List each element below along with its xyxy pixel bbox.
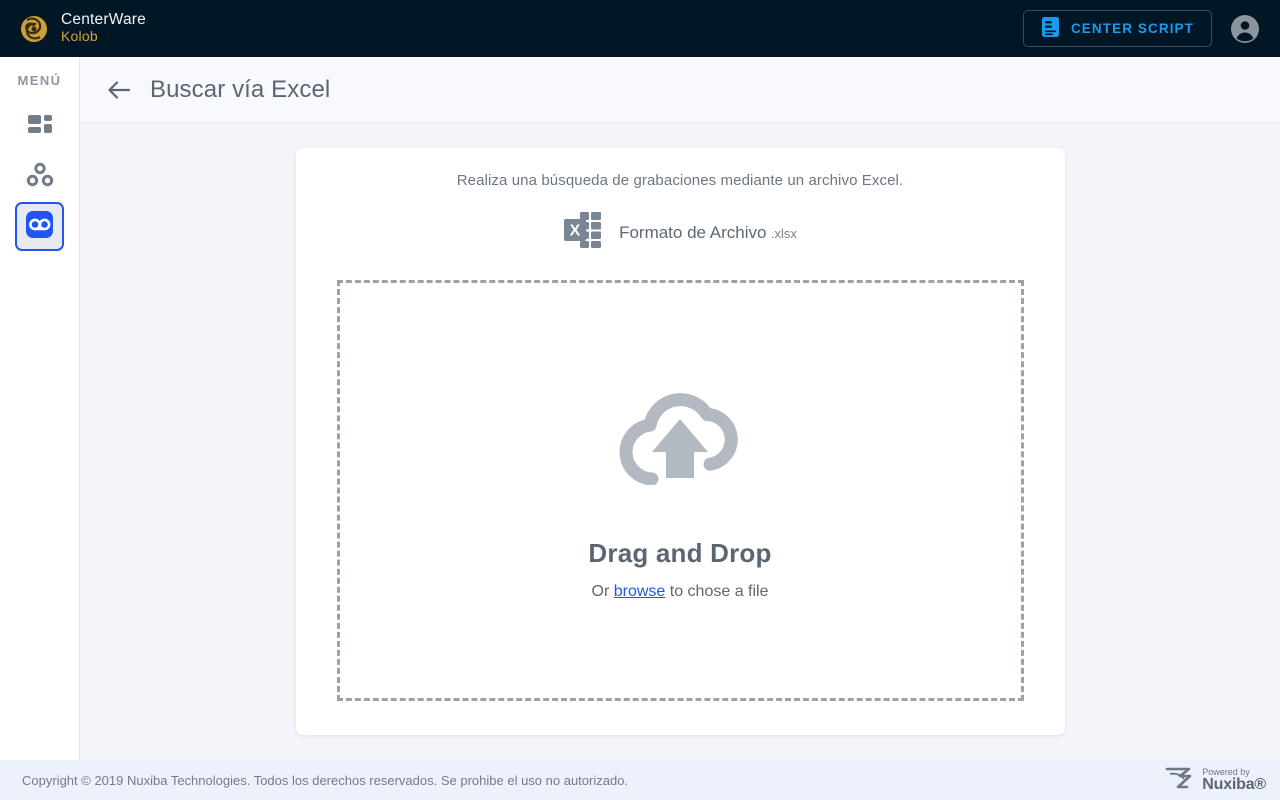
voicemail-icon [24, 209, 55, 245]
center-script-label: CENTER SCRIPT [1070, 21, 1194, 36]
header-actions: CENTER SCRIPT [1022, 10, 1260, 47]
dropzone-sub-suffix: to chose a file [665, 582, 769, 600]
sidebar-menu-label: MENÚ [17, 73, 62, 88]
dropzone-sub-prefix: Or [591, 582, 614, 600]
dropzone-title: Drag and Drop [588, 537, 772, 568]
file-format-info: X Formato de Archivo .xlsx [337, 211, 1024, 254]
excel-file-icon: X [563, 211, 603, 254]
sidebar-item-dashboard[interactable] [15, 104, 64, 153]
top-header-bar: CenterWare Kolob CENTER SCRIPT [0, 0, 1280, 57]
brand-title: CenterWare [61, 10, 146, 28]
brand-logo[interactable]: CenterWare Kolob [18, 10, 146, 46]
page-footer: Copyright © 2019 Nuxiba Technologies. To… [0, 760, 1280, 800]
group-circles-icon [25, 160, 55, 195]
main-content: Realiza una búsqueda de grabaciones medi… [80, 123, 1280, 760]
file-dropzone[interactable]: Drag and Drop Or browse to chose a file [336, 280, 1024, 701]
file-format-extension: .xlsx [770, 225, 797, 241]
svg-text:X: X [570, 223, 581, 240]
powered-by-text: Powered by Nuxiba® [1202, 767, 1266, 793]
brand-text: CenterWare Kolob [61, 10, 146, 46]
file-format-text: Formato de Archivo .xlsx [619, 222, 797, 244]
file-format-title: Formato de Archivo [619, 222, 767, 242]
dashboard-grid-icon [25, 111, 55, 146]
center-script-button[interactable]: CENTER SCRIPT [1022, 10, 1212, 47]
back-arrow-icon[interactable] [102, 73, 136, 107]
excel-search-card: Realiza una búsqueda de grabaciones medi… [295, 148, 1065, 735]
card-intro-text: Realiza una búsqueda de grabaciones medi… [456, 172, 904, 189]
sidebar-nav: MENÚ [0, 57, 80, 760]
account-circle-icon[interactable] [1230, 14, 1260, 44]
brand-subtitle: Kolob [61, 27, 98, 44]
sidebar-item-campaigns[interactable] [15, 153, 64, 202]
centerware-swirl-logo-icon [18, 13, 50, 45]
script-document-icon [1041, 16, 1060, 41]
nuxiba-swoosh-logo-icon [1165, 765, 1195, 796]
powered-by-nuxiba: Powered by Nuxiba® [1165, 765, 1266, 796]
browse-link[interactable]: browse [614, 583, 666, 600]
dropzone-subtitle: Or browse to chose a file [592, 583, 769, 601]
page-title: Buscar vía Excel [150, 75, 331, 103]
sidebar-item-recordings[interactable] [15, 202, 64, 251]
page-subheader: Buscar vía Excel [80, 57, 1280, 123]
nuxiba-wordmark: Nuxiba® [1202, 775, 1266, 793]
copyright-text: Copyright © 2019 Nuxiba Technologies. To… [22, 772, 629, 788]
cloud-upload-icon [615, 381, 745, 490]
